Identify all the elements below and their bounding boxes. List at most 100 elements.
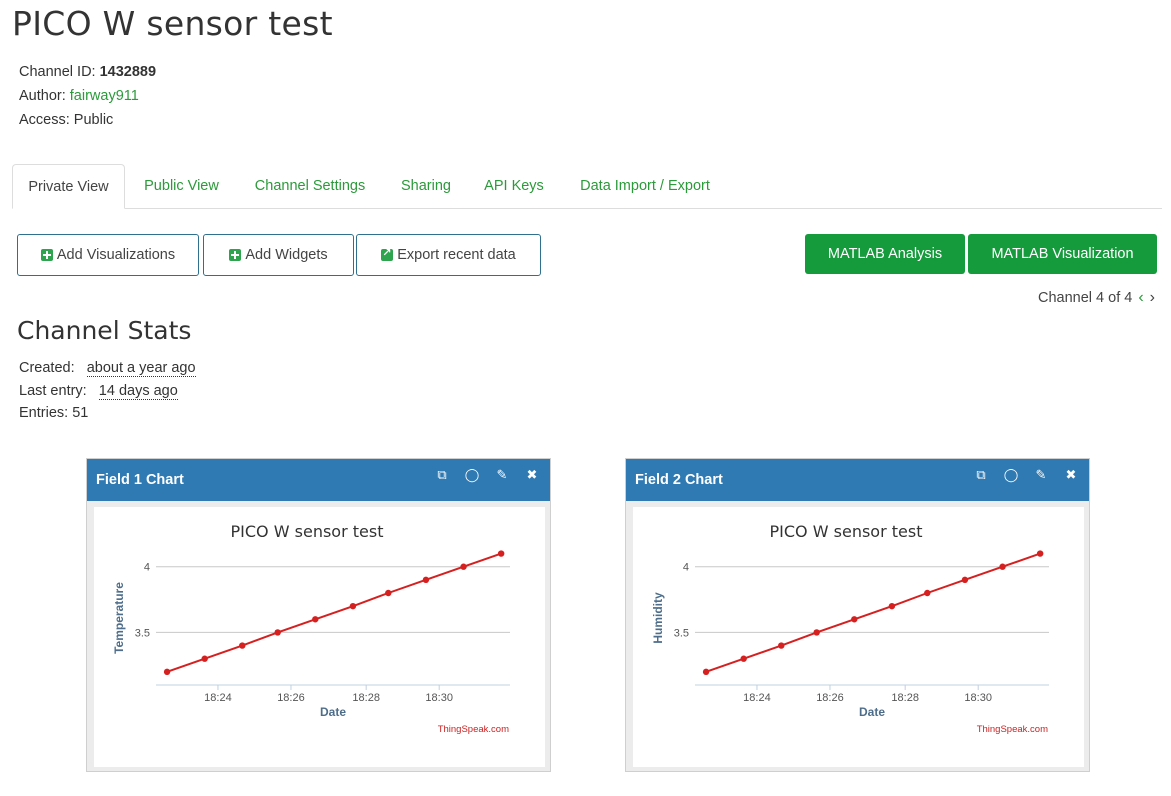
access-value: Public bbox=[73, 112, 114, 128]
x-tick-label: 18:24 bbox=[204, 692, 232, 704]
data-point bbox=[888, 602, 896, 610]
author-label: Author: bbox=[19, 88, 66, 104]
field-2-chart: PICO W sensor test 3.5 4 18:24 18:26 18:28 18:… bbox=[651, 522, 1049, 735]
x-tick-label: 18:28 bbox=[891, 692, 919, 704]
channel-id-value: 1432889 bbox=[99, 64, 157, 80]
data-point bbox=[422, 576, 430, 584]
y-axis-label: Humidity bbox=[651, 592, 665, 644]
data-point bbox=[201, 655, 208, 662]
created-label: Created: bbox=[19, 360, 75, 376]
channel-pager: Channel 4 of 4 ‹ › bbox=[1038, 290, 1155, 307]
comment-icon[interactable]: ◯ bbox=[464, 467, 480, 483]
data-point bbox=[702, 668, 710, 676]
channel-meta: Channel ID: 1432889 Author: fairway911 A… bbox=[19, 60, 156, 132]
channel-id-label: Channel ID: bbox=[19, 64, 96, 80]
pager-text: Channel 4 of 4 bbox=[1038, 290, 1133, 306]
x-tick-label: 18:24 bbox=[743, 692, 771, 704]
chevron-left-icon[interactable]: ‹ bbox=[1138, 290, 1143, 306]
data-point bbox=[851, 616, 858, 623]
x-tick-label: 18:26 bbox=[816, 692, 844, 704]
series-line bbox=[705, 552, 1041, 673]
access-row: Access: Public bbox=[19, 108, 156, 132]
data-point bbox=[239, 642, 246, 649]
data-point bbox=[813, 629, 820, 636]
data-point bbox=[497, 550, 505, 557]
author-row: Author: fairway911 bbox=[19, 84, 156, 108]
entries-value: 51 bbox=[72, 405, 89, 421]
field-1-chart-widget: Field 1 Chart ⧉ ◯ ✎ ✖ PICO W sensor test… bbox=[86, 458, 551, 772]
add-visualizations-button[interactable]: Add Visualizations bbox=[17, 234, 199, 276]
external-link-icon[interactable]: ⧉ bbox=[973, 467, 989, 483]
field-2-chart-widget: Field 2 Chart ⧉ ◯ ✎ ✖ PICO W sensor test… bbox=[625, 458, 1090, 772]
widget-toolbar: ⧉ ◯ ✎ ✖ bbox=[434, 467, 540, 483]
series-line bbox=[166, 552, 502, 673]
last-entry-label: Last entry: bbox=[19, 382, 87, 399]
author-link[interactable]: fairway911 bbox=[70, 88, 139, 104]
pencil-icon[interactable]: ✎ bbox=[1033, 467, 1049, 483]
close-icon[interactable]: ✖ bbox=[1063, 467, 1079, 483]
tab-public-view[interactable]: Public View bbox=[133, 164, 230, 209]
data-point bbox=[349, 602, 357, 610]
tab-channel-settings[interactable]: Channel Settings bbox=[246, 164, 374, 209]
chevron-right-icon[interactable]: › bbox=[1150, 290, 1155, 306]
plus-icon bbox=[229, 249, 242, 261]
created-value: about a year ago bbox=[86, 360, 196, 377]
tab-bar: Private View Public View Channel Setting… bbox=[12, 164, 1162, 209]
widget-title: Field 2 Chart bbox=[635, 472, 723, 488]
chart-title: PICO W sensor test bbox=[231, 522, 384, 541]
x-axis-label: Date bbox=[320, 705, 346, 719]
pencil-icon[interactable]: ✎ bbox=[494, 467, 510, 483]
add-widgets-button[interactable]: Add Widgets bbox=[203, 234, 354, 276]
data-point bbox=[924, 589, 931, 597]
chart-credit: ThingSpeak.com bbox=[977, 724, 1048, 735]
access-label: Access: bbox=[19, 112, 70, 128]
data-point bbox=[274, 629, 281, 636]
chart-area: PICO W sensor test 3.5 4 18:24 18:26 18:28 18:… bbox=[633, 507, 1084, 767]
page-title: PICO W sensor test bbox=[12, 4, 333, 43]
data-point bbox=[1036, 550, 1044, 557]
x-tick-label: 18:30 bbox=[964, 692, 992, 704]
stat-entries: Entries: 51 bbox=[19, 402, 196, 425]
data-point bbox=[961, 576, 969, 584]
y-axis-label: Temperature bbox=[112, 582, 126, 654]
data-point bbox=[163, 668, 171, 676]
matlab-analysis-button[interactable]: MATLAB Analysis bbox=[805, 234, 965, 274]
chart-title: PICO W sensor test bbox=[770, 522, 923, 541]
stat-created: Created: about a year ago bbox=[19, 357, 196, 380]
data-point bbox=[740, 655, 747, 662]
tab-api-keys[interactable]: API Keys bbox=[479, 164, 549, 209]
field-1-chart: PICO W sensor test 3.5 4 18:24 18:26 18:28 18:… bbox=[112, 522, 510, 735]
data-point bbox=[312, 616, 319, 623]
y-tick-label: 3.5 bbox=[674, 627, 689, 639]
widget-title: Field 1 Chart bbox=[96, 472, 184, 488]
channel-stats-title: Channel Stats bbox=[17, 316, 192, 345]
tab-sharing[interactable]: Sharing bbox=[393, 164, 459, 209]
stat-last-entry: Last entry: 14 days ago bbox=[19, 380, 196, 403]
close-icon[interactable]: ✖ bbox=[524, 467, 540, 483]
y-tick-label: 4 bbox=[144, 562, 150, 574]
tab-data-import-export[interactable]: Data Import / Export bbox=[568, 164, 722, 209]
entries-label: Entries: bbox=[19, 405, 69, 421]
x-tick-label: 18:26 bbox=[277, 692, 305, 704]
channel-id-row: Channel ID: 1432889 bbox=[19, 60, 156, 84]
x-tick-label: 18:30 bbox=[425, 692, 453, 704]
y-tick-label: 3.5 bbox=[135, 627, 150, 639]
data-point bbox=[999, 563, 1006, 570]
plus-icon bbox=[40, 249, 53, 261]
add-visualizations-label: Add Visualizations bbox=[56, 247, 176, 263]
export-recent-data-label: Export recent data bbox=[397, 247, 516, 263]
y-tick-label: 4 bbox=[683, 562, 689, 574]
comment-icon[interactable]: ◯ bbox=[1003, 467, 1019, 483]
data-point bbox=[385, 589, 392, 597]
add-widgets-label: Add Widgets bbox=[245, 247, 328, 263]
data-point bbox=[778, 642, 785, 649]
x-tick-label: 18:28 bbox=[352, 692, 380, 704]
chart-credit: ThingSpeak.com bbox=[438, 724, 509, 735]
external-link-icon bbox=[381, 246, 394, 261]
widget-toolbar: ⧉ ◯ ✎ ✖ bbox=[973, 467, 1079, 483]
external-link-icon[interactable]: ⧉ bbox=[434, 467, 450, 483]
matlab-visualization-button[interactable]: MATLAB Visualization bbox=[968, 234, 1157, 274]
last-entry-value: 14 days ago bbox=[98, 382, 178, 400]
tab-private-view[interactable]: Private View bbox=[12, 164, 125, 209]
export-recent-data-button[interactable]: Export recent data bbox=[356, 234, 541, 276]
